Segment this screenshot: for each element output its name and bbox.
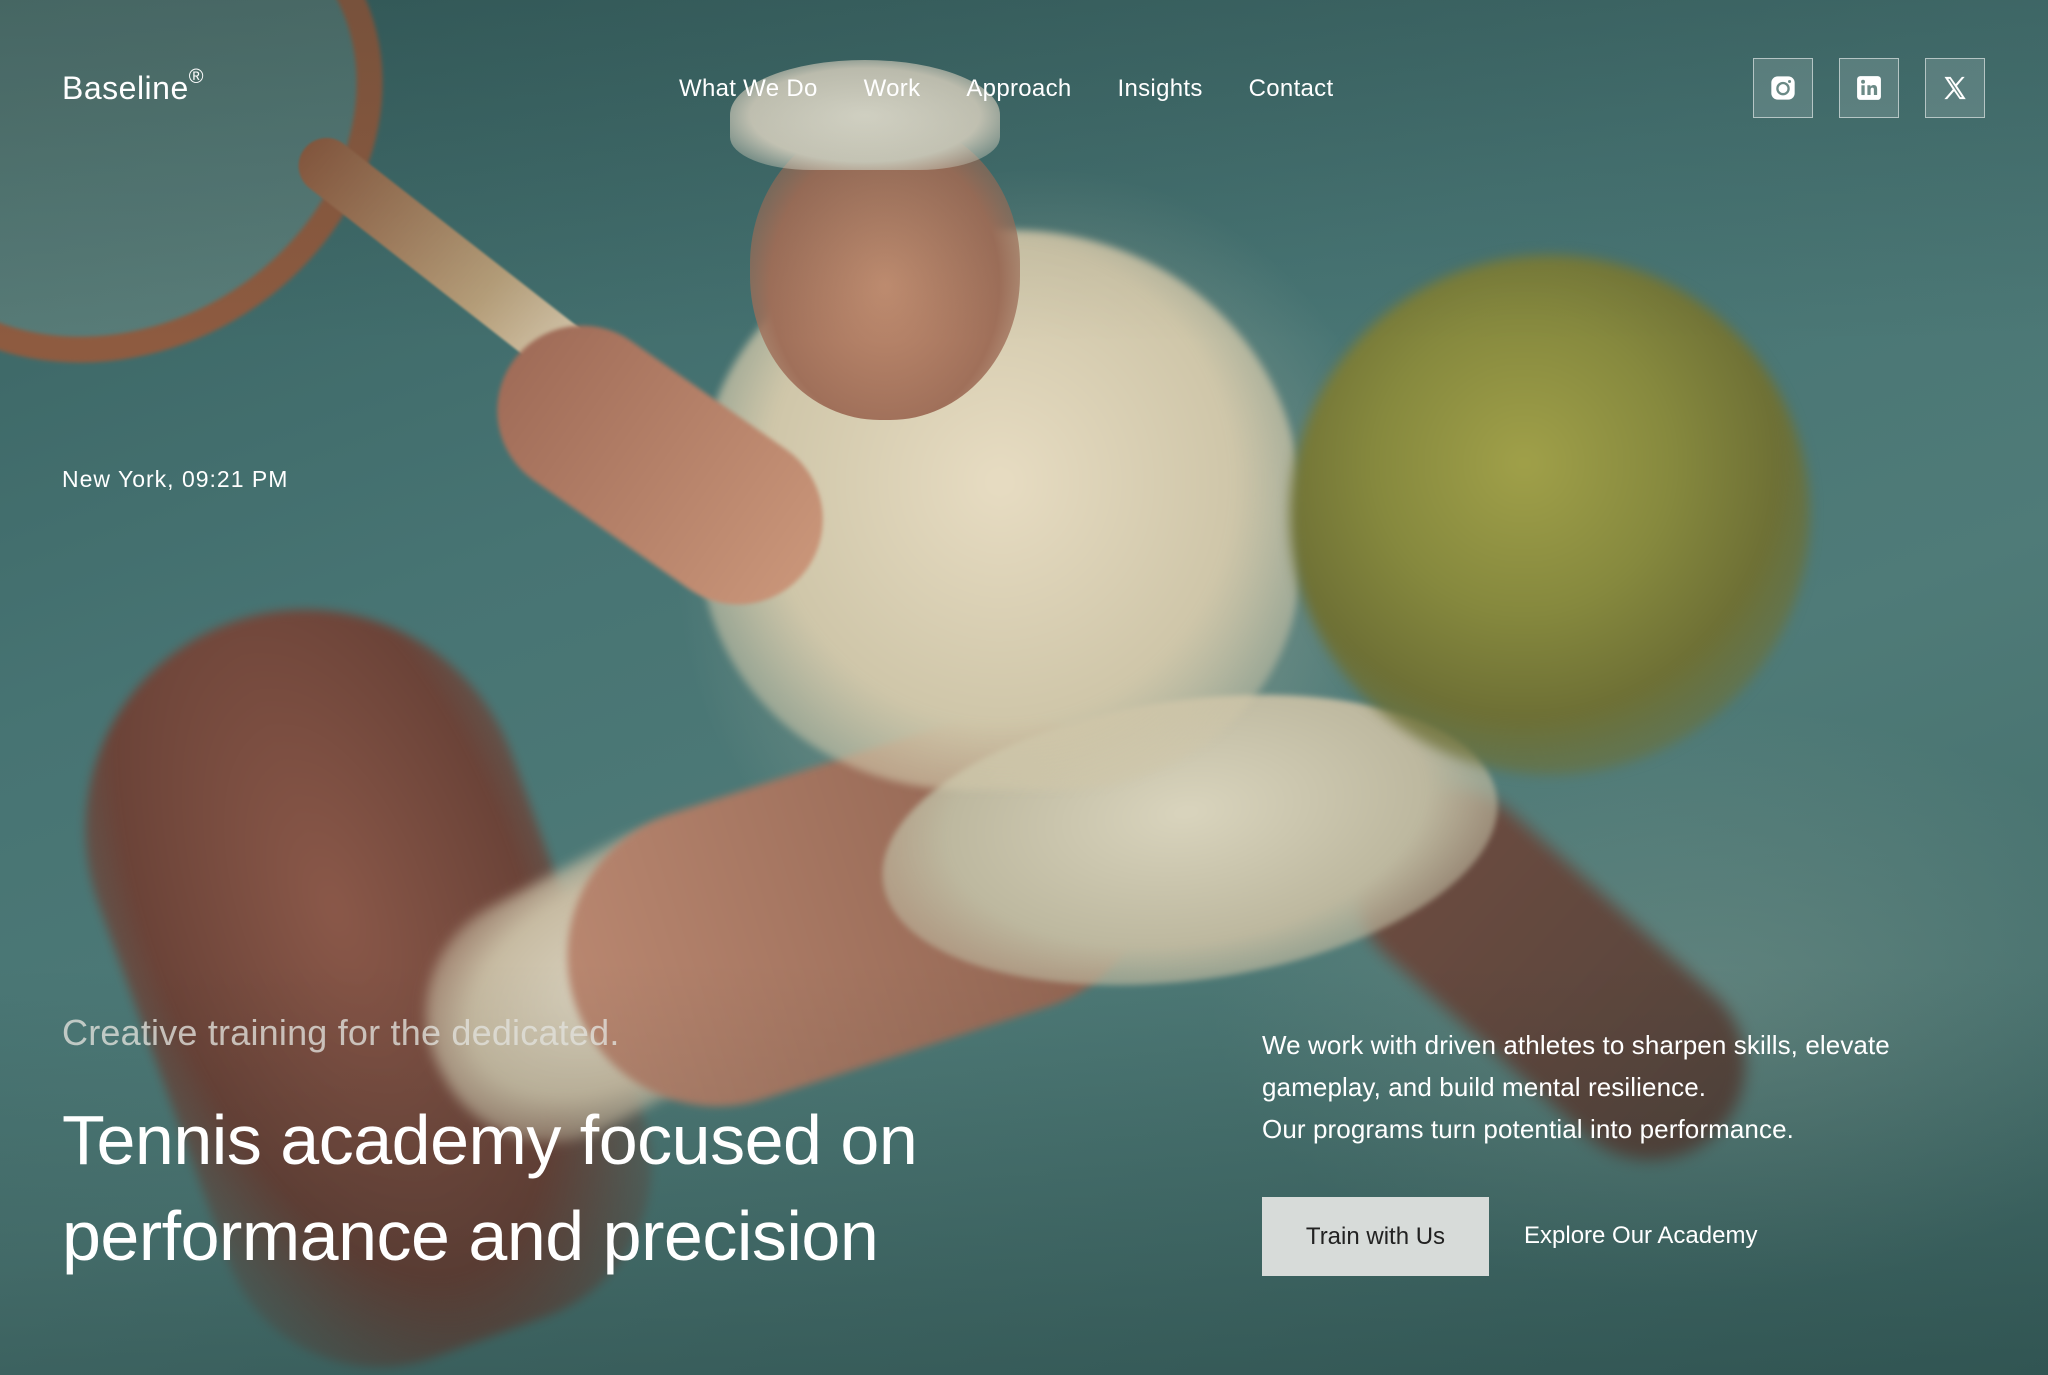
nav-item-approach[interactable]: Approach [966, 75, 1071, 103]
brand-name: Baseline [62, 70, 189, 106]
x-icon [1944, 76, 1966, 100]
explore-academy-link[interactable]: Explore Our Academy [1524, 1222, 1757, 1250]
linkedin-button[interactable] [1839, 58, 1899, 118]
nav-item-insights[interactable]: Insights [1118, 75, 1203, 103]
social-links [1753, 58, 1985, 118]
instagram-icon [1771, 76, 1795, 100]
linkedin-icon [1857, 76, 1881, 100]
hero-tagline: Creative training for the dedicated. [62, 1012, 620, 1053]
description-line-1: We work with driven athletes to sharpen … [1262, 1030, 1890, 1102]
nav-item-contact[interactable]: Contact [1249, 75, 1334, 103]
nav-item-work[interactable]: Work [864, 75, 921, 103]
x-button[interactable] [1925, 58, 1985, 118]
instagram-button[interactable] [1753, 58, 1813, 118]
brand-logo[interactable]: Baseline® [62, 66, 204, 107]
location-time: New York, 09:21 PM [62, 466, 289, 492]
headline-line-1: Tennis academy focused on [62, 1101, 918, 1179]
nav-item-what-we-do[interactable]: What We Do [679, 75, 818, 103]
hero-headline: Tennis academy focused on performance an… [62, 1092, 1042, 1284]
headline-line-2: performance and precision [62, 1197, 879, 1275]
registered-mark: ® [188, 66, 204, 89]
train-with-us-button[interactable]: Train with Us [1262, 1197, 1489, 1276]
main-nav: What We Do Work Approach Insights Contac… [679, 75, 1333, 103]
description-line-2: Our programs turn potential into perform… [1262, 1114, 1794, 1144]
hero-description: We work with driven athletes to sharpen … [1262, 1024, 1982, 1150]
